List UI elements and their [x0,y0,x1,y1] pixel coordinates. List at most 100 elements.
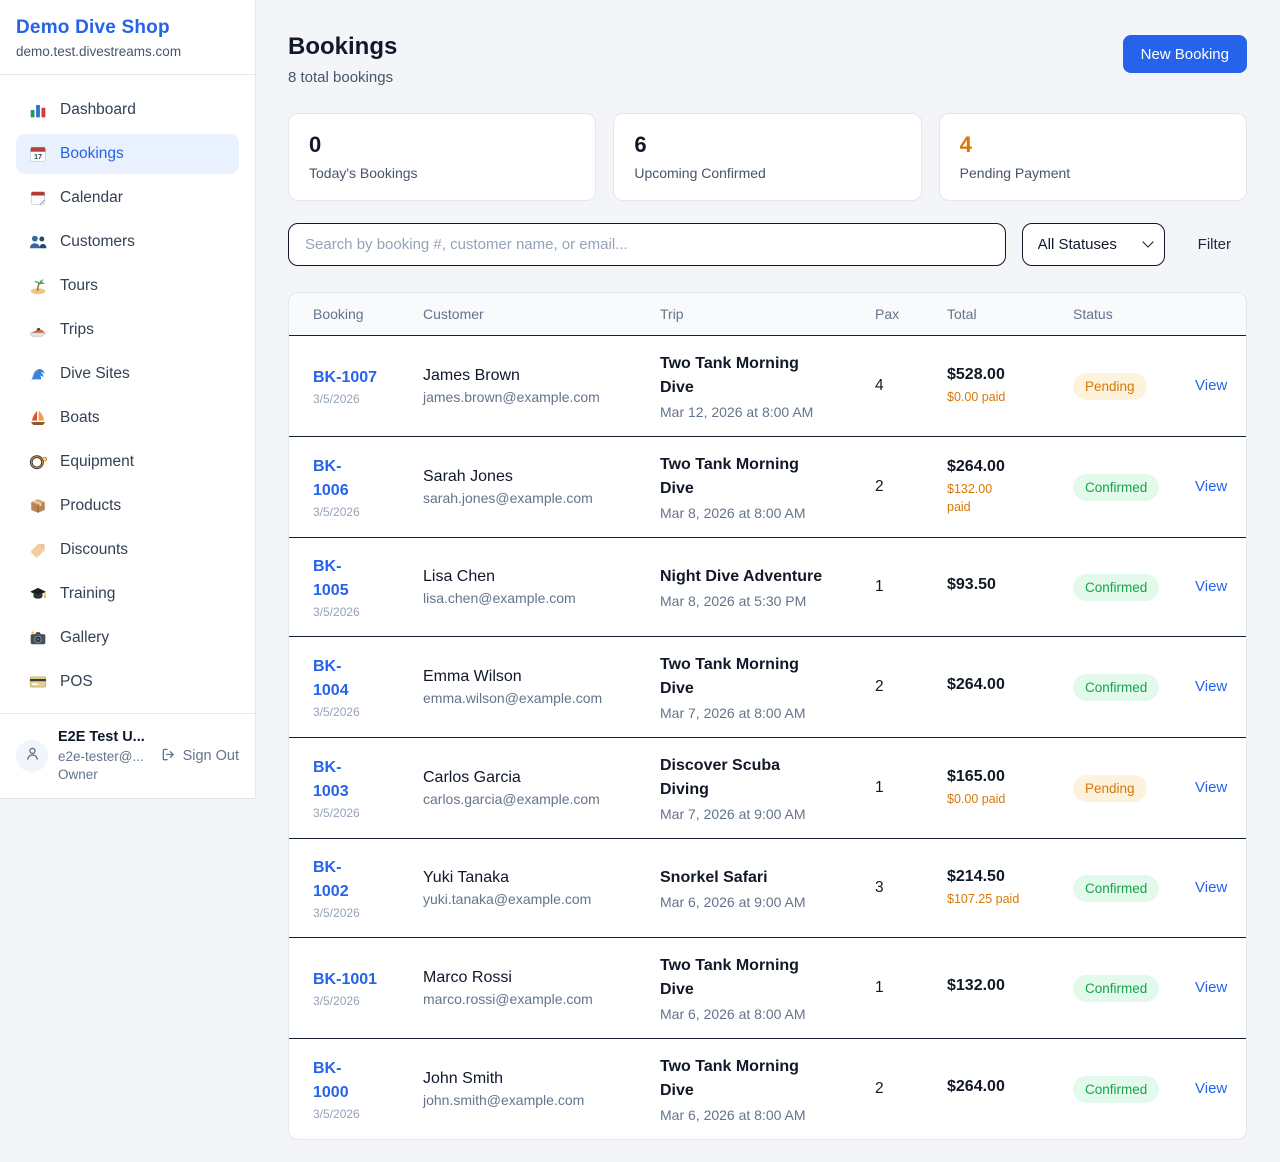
search-input[interactable] [288,223,1006,266]
paid-amount: $107.25 paid [947,890,1073,908]
sidebar-item-gallery[interactable]: Gallery [16,618,239,658]
sidebar-item-dashboard[interactable]: Dashboard [16,90,239,130]
view-link[interactable]: View [1195,578,1227,595]
view-link[interactable]: View [1195,779,1227,796]
booking-id-link[interactable]: BK-1001 [313,968,377,991]
customer-email: john.smith@example.com [423,1092,660,1108]
table-row: BK- 1004 3/5/2026 Emma Wilson emma.wilso… [289,637,1246,738]
customer-email: lisa.chen@example.com [423,590,660,606]
shop-name: Demo Dive Shop [16,17,239,39]
status-select-wrap: All Statuses [1022,223,1165,266]
table-row: BK- 1002 3/5/2026 Yuki Tanaka yuki.tanak… [289,839,1246,938]
sidebar-item-label: Discounts [60,541,128,559]
booking-date: 3/5/2026 [313,605,423,619]
trip-time: Mar 8, 2026 at 5:30 PM [660,593,875,609]
sidebar-item-label: Training [60,585,115,603]
new-booking-button[interactable]: New Booking [1123,35,1247,73]
column-header-trip: Trip [660,293,875,335]
sidebar-item-calendar[interactable]: Calendar [16,178,239,218]
view-link[interactable]: View [1195,478,1227,495]
total-amount: $264.00 [947,458,1073,476]
sidebar-item-pos[interactable]: POS [16,662,239,702]
sidebar-item-boats[interactable]: Boats [16,398,239,438]
status-select[interactable]: All Statuses [1022,223,1165,266]
camera-icon [29,629,47,647]
sidebar-item-equipment[interactable]: Equipment [16,442,239,482]
status-badge: Confirmed [1073,975,1159,1002]
calendar-date-icon: 17 [29,145,47,163]
island-icon [29,277,47,295]
column-header-status: Status [1073,293,1195,335]
total-amount: $165.00 [947,768,1073,786]
bookings-table: BookingCustomerTripPaxTotalStatus BK-100… [288,292,1247,1140]
sidebar-item-dive-sites[interactable]: Dive Sites [16,354,239,394]
customer-name: James Brown [423,367,660,385]
booking-date: 3/5/2026 [313,994,423,1008]
paid-amount: $132.00 paid [947,480,1073,516]
booking-id-link[interactable]: BK- 1002 [313,856,349,902]
booking-id-link[interactable]: BK- 1005 [313,555,349,601]
view-link[interactable]: View [1195,1080,1227,1097]
sidebar-item-label: Boats [60,409,100,427]
stat-card-upcoming-confirmed: 6 Upcoming Confirmed [613,113,921,201]
sidebar-item-label: POS [60,673,93,691]
booking-id-link[interactable]: BK- 1006 [313,455,349,501]
view-link[interactable]: View [1195,678,1227,695]
sidebar-item-customers[interactable]: Customers [16,222,239,262]
pax-count: 4 [875,377,947,395]
main-content: Bookings 8 total bookings New Booking 0 … [288,0,1247,1140]
booking-id-link[interactable]: BK- 1003 [313,756,349,802]
total-amount: $264.00 [947,1078,1073,1096]
page-title: Bookings [288,33,397,61]
booking-id-link[interactable]: BK-1007 [313,366,377,389]
sign-out-button[interactable]: Sign Out [161,747,239,766]
pax-count: 3 [875,879,947,897]
trip-time: Mar 7, 2026 at 8:00 AM [660,705,875,721]
customer-email: sarah.jones@example.com [423,490,660,506]
customer-name: Carlos Garcia [423,769,660,787]
people-icon [29,233,47,251]
stat-value: 6 [634,132,900,158]
sidebar-item-discounts[interactable]: Discounts [16,530,239,570]
trip-name: Discover Scuba Diving [660,754,875,802]
status-badge: Pending [1073,373,1147,400]
stats-row: 0 Today's Bookings 6 Upcoming Confirmed … [288,113,1247,201]
shop-header: Demo Dive Shop demo.test.divestreams.com [0,0,255,75]
view-link[interactable]: View [1195,879,1227,896]
total-amount: $264.00 [947,676,1073,694]
view-link[interactable]: View [1195,377,1227,394]
pax-count: 2 [875,478,947,496]
filter-row: All Statuses Filter [288,223,1247,266]
pax-count: 2 [875,1080,947,1098]
booking-id-link[interactable]: BK- 1004 [313,655,349,701]
sidebar-item-label: Products [60,497,121,515]
total-amount: $214.50 [947,868,1073,886]
table-row: BK-1007 3/5/2026 James Brown james.brown… [289,336,1246,437]
trip-time: Mar 6, 2026 at 8:00 AM [660,1107,875,1123]
trip-name: Night Dive Adventure [660,565,875,589]
customer-name: John Smith [423,1070,660,1088]
tag-icon [29,541,47,559]
customer-email: emma.wilson@example.com [423,690,660,706]
sidebar-item-bookings[interactable]: 17 Bookings [16,134,239,174]
trip-name: Two Tank Morning Dive [660,453,875,501]
stat-value: 0 [309,132,575,158]
sidebar-item-trips[interactable]: Trips [16,310,239,350]
bar-chart-icon [29,101,47,119]
pax-count: 1 [875,779,947,797]
table-body: BK-1007 3/5/2026 James Brown james.brown… [289,336,1246,1139]
sidebar-item-training[interactable]: Training [16,574,239,614]
sidebar-item-products[interactable]: Products [16,486,239,526]
sidebar-item-label: Calendar [60,189,123,207]
tear-calendar-icon [29,189,47,207]
stat-label: Pending Payment [960,165,1226,181]
booking-id-link[interactable]: BK- 1000 [313,1057,349,1103]
view-link[interactable]: View [1195,979,1227,996]
status-badge: Confirmed [1073,574,1159,601]
filter-button[interactable]: Filter [1181,236,1247,253]
user-email: e2e-tester@... [58,748,151,766]
trip-time: Mar 12, 2026 at 8:00 AM [660,404,875,420]
sidebar-item-label: Bookings [60,145,124,163]
sidebar-item-tours[interactable]: Tours [16,266,239,306]
sign-out-label: Sign Out [183,748,239,764]
